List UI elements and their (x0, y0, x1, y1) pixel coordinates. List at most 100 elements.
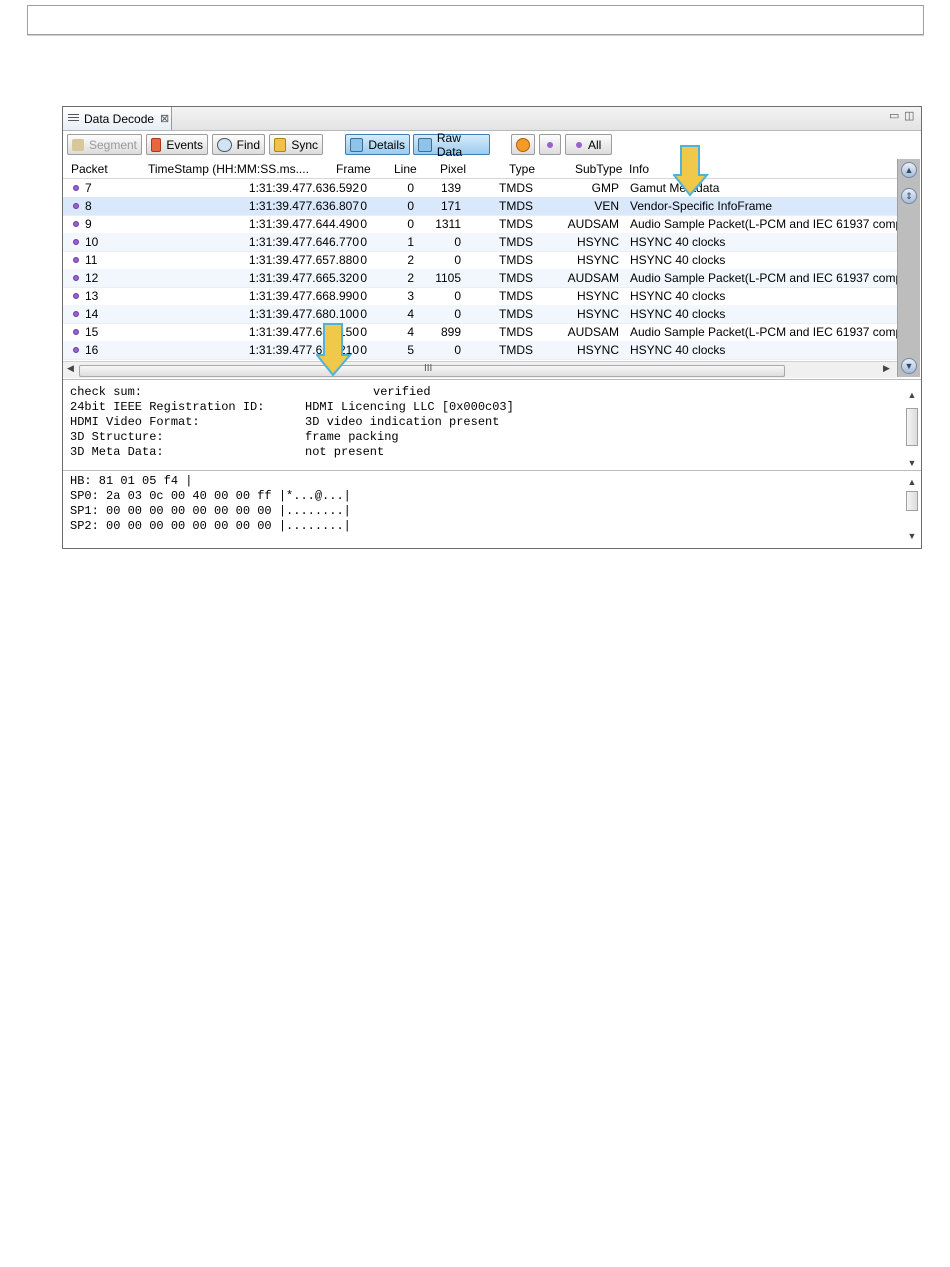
details-scrollbar[interactable]: ▲ ▼ (905, 380, 919, 470)
scroll-down-icon[interactable]: ▼ (901, 358, 917, 374)
cell-subtype: AUDSAM (567, 217, 619, 231)
cell-line: 4 (407, 307, 414, 321)
details-pane: check sum: verified 24bit IEEE Registratio… (63, 379, 921, 471)
cell-line: 4 (407, 325, 414, 339)
column-header-subtype[interactable]: SubType (575, 162, 622, 176)
raw-data-icon (418, 137, 432, 152)
detail-label: HDMI Video Format: (70, 415, 200, 429)
column-header-pixel[interactable]: Pixel (440, 162, 466, 176)
scroll-right-icon[interactable]: ▶ (883, 363, 890, 374)
close-icon[interactable]: ⊠ (160, 112, 169, 125)
detail-value: not present (305, 445, 385, 459)
table-vertical-scrollbar[interactable]: ▲ ⇕ ▼ (897, 159, 920, 377)
column-header-frame[interactable]: Frame (336, 162, 371, 176)
raw-data-line: SP2: 00 00 00 00 00 00 00 00 |........| (70, 519, 351, 533)
cell-type: TMDS (499, 325, 533, 339)
cell-info: HSYNC 40 clocks (630, 253, 726, 267)
cell-type: TMDS (499, 271, 533, 285)
cell-type: TMDS (499, 253, 533, 267)
cell-line: 2 (407, 271, 414, 285)
tab-data-decode[interactable]: Data Decode ⊠ (63, 107, 172, 130)
column-header-type[interactable]: Type (509, 162, 535, 176)
horizontal-scroll-thumb[interactable]: III (79, 363, 785, 377)
scroll-up-icon[interactable]: ▲ (905, 390, 919, 400)
scroll-thumb-icon[interactable]: ⇕ (901, 188, 917, 204)
dot-icon (576, 141, 582, 148)
cell-info: HSYNC 40 clocks (630, 289, 726, 303)
warning-filter-button[interactable] (511, 134, 535, 155)
all-filter-button[interactable]: All (565, 134, 612, 155)
table-row[interactable]: 14 1:31:39.477.680.100 0 4 0 TMDS HSYNC HSYNC 4… (63, 305, 897, 324)
table-row[interactable]: 15 1:31:39.477.686.150 0 4 899 TMDS AUDSAM Audi… (63, 323, 897, 342)
cell-packet: 7 (85, 181, 92, 195)
cell-packet: 13 (85, 289, 99, 303)
table-row[interactable]: 10 1:31:39.477.646.770 0 1 0 TMDS HSYNC HSYNC 4… (63, 233, 897, 252)
warning-icon (516, 137, 530, 152)
events-button[interactable]: Events (146, 134, 208, 155)
all-label: All (588, 137, 602, 152)
folder-icon (72, 138, 84, 151)
packet-dot-icon (73, 185, 79, 191)
cell-info: Vendor-Specific InfoFrame (630, 199, 773, 213)
detail-value: verified (373, 385, 431, 399)
table-row[interactable]: 11 1:31:39.477.657.880 0 2 0 TMDS HSYNC HSYNC 4… (63, 251, 897, 270)
details-button[interactable]: Details (345, 134, 410, 155)
annotation-arrow-down-icon (673, 145, 709, 197)
raw-data-line: SP1: 00 00 00 00 00 00 00 00 |........| (70, 504, 351, 518)
details-scroll-thumb[interactable] (906, 408, 918, 446)
raw-data-label: Raw Data (436, 130, 463, 159)
table-row[interactable]: 12 1:31:39.477.665.320 0 2 1105 TMDS AUDSAM Aud… (63, 269, 897, 288)
column-header-timestamp[interactable]: TimeStamp (HH:MM:SS.ms.... (148, 162, 309, 176)
raw-scroll-thumb[interactable] (906, 491, 918, 511)
scroll-up-icon[interactable]: ▲ (905, 477, 919, 487)
column-header-info[interactable]: Info (629, 162, 649, 176)
minimize-icon[interactable]: ▭ (889, 109, 899, 122)
packet-dot-icon (73, 203, 79, 209)
cell-packet: 11 (85, 253, 98, 267)
sync-button[interactable]: Sync (269, 134, 323, 155)
cell-packet: 16 (85, 343, 99, 357)
scroll-down-icon[interactable]: ▼ (905, 531, 919, 541)
cell-type: TMDS (499, 199, 533, 213)
cell-pixel: 0 (454, 307, 461, 321)
table-row[interactable]: 9 1:31:39.477.644.490 0 0 1311 TMDS AUDSAM Audi… (63, 215, 897, 234)
cell-frame: 0 (360, 217, 367, 231)
cell-pixel: 0 (454, 343, 461, 357)
cell-info: Audio Sample Packet(L-PCM and IEC 61937 … (630, 271, 897, 285)
cell-info: HSYNC 40 clocks (630, 307, 726, 321)
table-horizontal-scrollbar[interactable]: ◀ III ▶ (63, 361, 897, 378)
table-row[interactable]: 13 1:31:39.477.668.990 0 3 0 TMDS HSYNC HSYNC 4… (63, 287, 897, 306)
column-header-line[interactable]: Line (394, 162, 417, 176)
column-header-packet[interactable]: Packet (71, 162, 108, 176)
find-button[interactable]: Find (212, 134, 265, 155)
cell-pixel: 899 (440, 325, 461, 339)
cell-type: TMDS (499, 307, 533, 321)
cell-type: TMDS (499, 235, 533, 249)
scroll-left-icon[interactable]: ◀ (67, 363, 74, 374)
table-row[interactable]: 16 1:31:39.477.691.210 0 5 0 TMDS HSYNC HSYNC 4… (63, 341, 897, 360)
dot-filter-button[interactable] (539, 134, 561, 155)
segment-button[interactable]: Segment (67, 134, 142, 155)
packet-table: Packet TimeStamp (HH:MM:SS.ms.... Frame … (63, 159, 897, 361)
cell-line: 0 (407, 199, 414, 213)
raw-data-scrollbar[interactable]: ▲ ▼ (905, 471, 919, 548)
cell-line: 2 (407, 253, 414, 267)
cell-subtype: VEN (594, 199, 619, 213)
raw-data-button[interactable]: Raw Data (413, 131, 490, 159)
cell-info: HSYNC 40 clocks (630, 235, 726, 249)
detail-label: check sum: (70, 385, 143, 399)
cell-info: Gamut Metadata (630, 181, 720, 195)
scroll-down-icon[interactable]: ▼ (905, 458, 919, 468)
cell-line: 3 (407, 289, 414, 303)
cell-frame: 0 (360, 199, 367, 213)
details-icon (350, 137, 364, 152)
maximize-icon[interactable]: ◫ (904, 109, 914, 122)
cell-subtype: AUDSAM (567, 271, 619, 285)
table-row[interactable]: 8 1:31:39.477.636.807 0 0 171 TMDS VEN Vendor-S… (63, 197, 897, 216)
cell-subtype: GMP (591, 181, 619, 195)
details-label: Details (368, 137, 405, 152)
scroll-up-icon[interactable]: ▲ (901, 162, 917, 178)
table-row[interactable]: 7 1:31:39.477.636.592 0 0 139 TMDS GMP Gamut Me… (63, 179, 897, 198)
detail-value: 3D video indication present (305, 415, 500, 429)
raw-data-line: HB: 81 01 05 f4 | (70, 474, 193, 488)
